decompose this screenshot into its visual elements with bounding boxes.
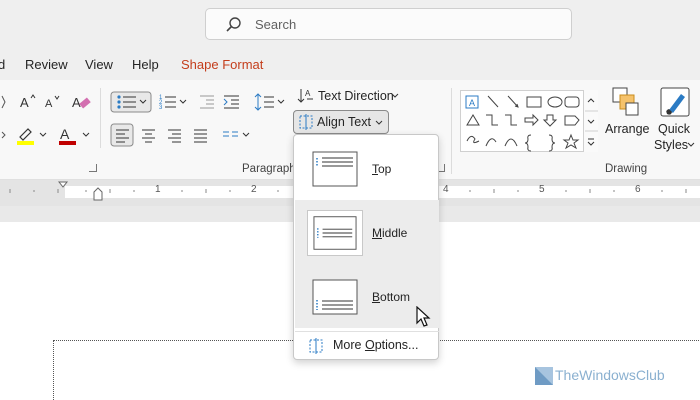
more-options-label: More Options... <box>333 338 419 352</box>
more-options-item[interactable]: More Options... <box>295 333 439 359</box>
quick-styles-label-2[interactable]: Styles <box>654 138 688 152</box>
search-box[interactable]: Search <box>205 8 572 40</box>
svg-text:A: A <box>72 95 81 110</box>
bullets-icon <box>110 91 152 113</box>
paragraph-row-2 <box>110 123 250 147</box>
search-icon <box>226 17 241 32</box>
divider <box>451 88 452 174</box>
menu-item-middle[interactable]: Middle <box>295 200 439 264</box>
ruler-number: 6 <box>635 184 641 195</box>
ruler-number: 1 <box>155 184 161 195</box>
arrange-label[interactable]: Arrange <box>605 122 649 136</box>
ruler-number: 5 <box>539 184 545 195</box>
svg-text:A: A <box>20 95 29 110</box>
align-text-button[interactable]: Align Text <box>293 110 389 134</box>
text-direction-icon: A <box>297 89 313 103</box>
shapes-icons: A <box>465 95 580 152</box>
justify-icon <box>194 129 207 143</box>
shapes-gallery[interactable]: A <box>460 90 598 152</box>
tab-view[interactable]: View <box>85 57 113 72</box>
svg-text:A: A <box>45 98 53 110</box>
align-top-icon <box>307 146 363 192</box>
align-center-icon <box>142 129 155 143</box>
numbering-icon: 1 2 3 <box>159 95 187 111</box>
paragraph-row-1: 1 2 3 <box>110 91 285 113</box>
divider <box>100 88 101 148</box>
tab-shape-format[interactable]: Shape Format <box>181 57 263 72</box>
text-direction-label[interactable]: Text Direction <box>318 89 394 103</box>
columns-icon <box>223 131 250 137</box>
arrange-icon <box>612 87 639 116</box>
ruler-number: 2 <box>251 184 257 195</box>
menu-divider <box>295 331 439 332</box>
ruler-number: 4 <box>443 184 449 195</box>
paragraph-group-label: Paragraph <box>242 163 296 175</box>
svg-text:3: 3 <box>159 105 163 111</box>
align-text-label: Align Text <box>317 115 371 129</box>
align-bottom-icon <box>307 274 363 320</box>
tab-partial[interactable]: d <box>0 57 5 72</box>
quick-styles-icon <box>660 87 690 117</box>
font-color-row: A <box>1 126 90 145</box>
chevron-down-icon <box>391 93 399 98</box>
watermark-logo-icon <box>535 367 553 385</box>
shapes-gallery-scroll[interactable] <box>583 90 598 152</box>
clear-format-icon: A <box>72 95 91 110</box>
svg-text:A: A <box>60 126 70 142</box>
svg-text:A: A <box>469 98 475 108</box>
search-placeholder: Search <box>255 17 297 32</box>
align-left-icon <box>110 123 134 147</box>
drawing-group-label: Drawing <box>605 163 648 175</box>
menu-item-bottom-label: Bottom <box>372 290 411 304</box>
menu-item-middle-label: Middle <box>372 226 408 240</box>
svg-text:A: A <box>305 89 311 98</box>
align-right-icon <box>168 129 181 143</box>
font-dialog-launcher[interactable] <box>89 164 97 172</box>
align-text-options-icon <box>309 338 323 354</box>
line-spacing-icon <box>254 93 285 111</box>
tab-help[interactable]: Help <box>132 57 159 72</box>
highlight-icon <box>17 128 47 145</box>
cursor-icon <box>416 306 431 327</box>
menu-item-top-label: Top <box>372 162 392 176</box>
decrease-indent-icon <box>200 95 214 109</box>
menu-item-top[interactable]: Top <box>295 136 439 200</box>
tab-review[interactable]: Review <box>25 57 68 72</box>
title-bar: Search <box>0 0 700 48</box>
align-middle-icon <box>307 210 363 256</box>
increase-indent-icon <box>223 95 239 109</box>
ribbon-tabs: d Review View Help Shape Format <box>0 48 700 80</box>
chevron-down-icon <box>687 142 695 147</box>
font-size-controls: A A A <box>1 94 91 110</box>
chevron-down-icon <box>375 120 383 125</box>
watermark-text: TheWindowsClub <box>555 367 665 383</box>
quick-styles-label-1[interactable]: Quick <box>658 122 690 136</box>
gallery-arrows <box>585 98 598 146</box>
font-color-icon: A <box>59 126 90 145</box>
align-text-icon <box>299 114 313 130</box>
